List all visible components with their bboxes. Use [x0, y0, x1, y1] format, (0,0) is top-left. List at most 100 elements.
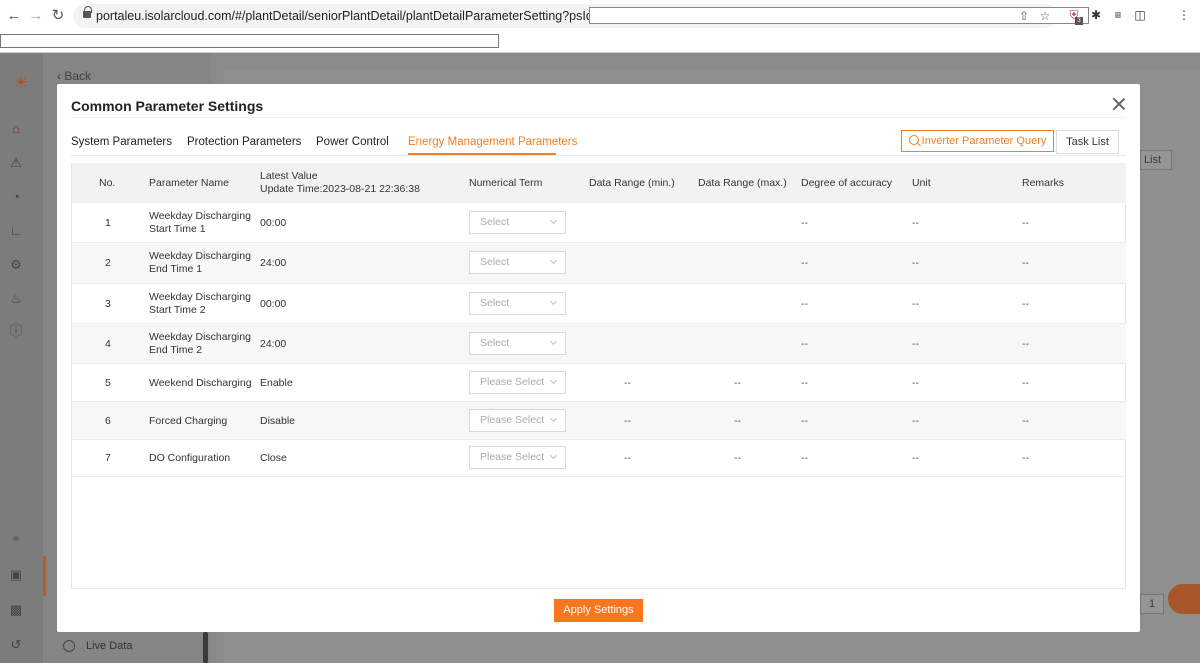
select-placeholder: Select: [480, 297, 510, 309]
row-accuracy: --: [801, 452, 808, 464]
apply-settings-button[interactable]: Apply Settings: [554, 599, 643, 622]
row-name-line1: Weekday Discharging: [149, 291, 251, 303]
live-data-menu-item[interactable]: Live Data: [86, 640, 132, 652]
lock-icon: [83, 6, 92, 18]
line-chart-icon[interactable]: ∟: [8, 223, 24, 239]
row-remarks: --: [1022, 377, 1029, 389]
chevron-down-icon: [549, 451, 558, 460]
row-latest-value: 00:00: [260, 298, 287, 310]
app-sidebar: ☀ ⌂ ⚠ ◔ ∟ ⚙ ♨ ⓘ ● ▣ ▩ ↺: [0, 53, 43, 663]
active-menu-indicator: [43, 556, 46, 596]
row-no: 2: [105, 257, 111, 269]
tab-system-parameters[interactable]: System Parameters: [71, 136, 172, 148]
tab-power-control[interactable]: Power Control: [316, 136, 389, 148]
row-unit: --: [912, 338, 919, 350]
row-latest-value: 24:00: [260, 338, 287, 350]
sidebar-scrollbar[interactable]: [203, 632, 208, 663]
chevron-down-icon: [549, 337, 558, 346]
devices-gear-icon[interactable]: ⚙: [8, 257, 24, 273]
tabs-divider: [71, 155, 1126, 156]
back-arrow-icon[interactable]: ←: [4, 6, 24, 26]
row-no: 4: [105, 338, 111, 350]
tab-energy-management-parameters[interactable]: Energy Management Parameters: [408, 136, 577, 148]
inverter-parameter-query-button[interactable]: Inverter Parameter Query: [901, 130, 1054, 152]
table-header: No. Parameter Name Latest Value Update T…: [72, 163, 1126, 203]
row-remarks: --: [1022, 452, 1029, 464]
floating-feedback-tab[interactable]: [1168, 584, 1200, 614]
row-name-line1: Weekday Discharging: [149, 250, 251, 262]
address-bar[interactable]: portaleu.isolarcloud.com/#/plantDetail/s…: [73, 4, 1089, 28]
row-latest-value: Close: [260, 452, 287, 464]
header-remarks: Remarks: [1022, 177, 1065, 189]
table-row: 7 DO Configuration Close Please Select -…: [72, 440, 1126, 477]
row-latest-value: 24:00: [260, 257, 287, 269]
logout-icon[interactable]: ↺: [8, 637, 24, 653]
header-degree-of-accuracy: Degree of accuracy: [801, 177, 893, 189]
back-label: Back: [64, 69, 92, 83]
row-name-line1: Weekday Discharging: [149, 210, 251, 222]
numerical-term-select[interactable]: Select: [469, 251, 566, 274]
row-no: 1: [105, 217, 111, 229]
url-redaction-box: [589, 7, 1089, 24]
user-avatar-icon[interactable]: ●: [8, 530, 24, 546]
row-name: DO Configuration: [149, 452, 231, 464]
numerical-term-select[interactable]: Please Select: [469, 446, 566, 469]
back-link[interactable]: ‹ Back: [57, 69, 91, 83]
header-parameter-name: Parameter Name: [149, 177, 229, 189]
table-row: 3 Weekday Discharging Start Time 2 00:00…: [72, 284, 1126, 324]
row-no: 6: [105, 415, 111, 427]
sidepanel-icon[interactable]: ◫: [1132, 7, 1148, 23]
select-placeholder: Select: [480, 337, 510, 349]
table-row: 5 Weekend Discharging Enable Please Sele…: [72, 364, 1126, 402]
bg-list-button: List: [1140, 150, 1172, 170]
close-icon[interactable]: [1112, 97, 1126, 111]
row-name-line2: Start Time 1: [149, 223, 206, 235]
reload-icon[interactable]: ↻: [48, 6, 68, 26]
numerical-term-select[interactable]: Please Select: [469, 371, 566, 394]
bell-icon[interactable]: ♨: [8, 291, 24, 307]
task-list-button[interactable]: Task List: [1056, 130, 1119, 154]
media-queue-icon[interactable]: ≡: [1110, 7, 1126, 23]
monitor-icon[interactable]: ▣: [8, 567, 24, 583]
row-remarks: --: [1022, 257, 1029, 269]
forward-arrow-icon[interactable]: →: [26, 6, 46, 26]
select-placeholder: Please Select: [480, 451, 545, 463]
puzzle-extension-icon[interactable]: ✱: [1088, 7, 1104, 23]
numerical-term-select[interactable]: Please Select: [469, 409, 566, 432]
numerical-term-select[interactable]: Select: [469, 292, 566, 315]
row-accuracy: --: [801, 217, 808, 229]
row-range-min: --: [624, 377, 631, 389]
kebab-menu-icon[interactable]: ⋮: [1176, 7, 1192, 23]
help-icon[interactable]: ⓘ: [8, 323, 24, 339]
row-accuracy: --: [801, 257, 808, 269]
row-name-line1: Weekday Discharging: [149, 331, 251, 343]
share-icon[interactable]: ⇧: [1016, 8, 1032, 24]
star-icon[interactable]: ☆: [1037, 8, 1053, 24]
row-range-max: --: [734, 377, 741, 389]
row-unit: --: [912, 377, 919, 389]
numerical-term-select[interactable]: Select: [469, 211, 566, 234]
table-row: 4 Weekday Discharging End Time 2 24:00 S…: [72, 324, 1126, 364]
select-placeholder: Select: [480, 256, 510, 268]
header-latest-value: Latest Value: [260, 170, 318, 182]
row-latest-value: 00:00: [260, 217, 287, 229]
pie-chart-icon[interactable]: ◔: [8, 189, 24, 205]
header-update-time: Update Time:2023-08-21 22:36:38: [260, 183, 420, 195]
clock-icon: [63, 640, 75, 652]
numerical-term-select[interactable]: Select: [469, 332, 566, 355]
search-icon: [908, 135, 919, 145]
row-name-line2: Start Time 2: [149, 304, 206, 316]
browser-toolbar: ← → ↻ portaleu.isolarcloud.com/#/plantDe…: [0, 0, 1200, 53]
table-row: 2 Weekday Discharging End Time 1 24:00 S…: [72, 243, 1126, 284]
warning-icon[interactable]: ⚠: [8, 155, 24, 171]
home-icon[interactable]: ⌂: [8, 121, 24, 137]
row-remarks: --: [1022, 217, 1029, 229]
row-unit: --: [912, 257, 919, 269]
chevron-down-icon: [549, 297, 558, 306]
query-button-label: Inverter Parameter Query: [921, 135, 1047, 147]
footer-divider: [71, 588, 1126, 589]
tab-protection-parameters[interactable]: Protection Parameters: [187, 136, 301, 148]
chevron-down-icon: [549, 256, 558, 265]
row-name: Forced Charging: [149, 415, 228, 427]
device-settings-icon[interactable]: ▩: [8, 602, 24, 618]
